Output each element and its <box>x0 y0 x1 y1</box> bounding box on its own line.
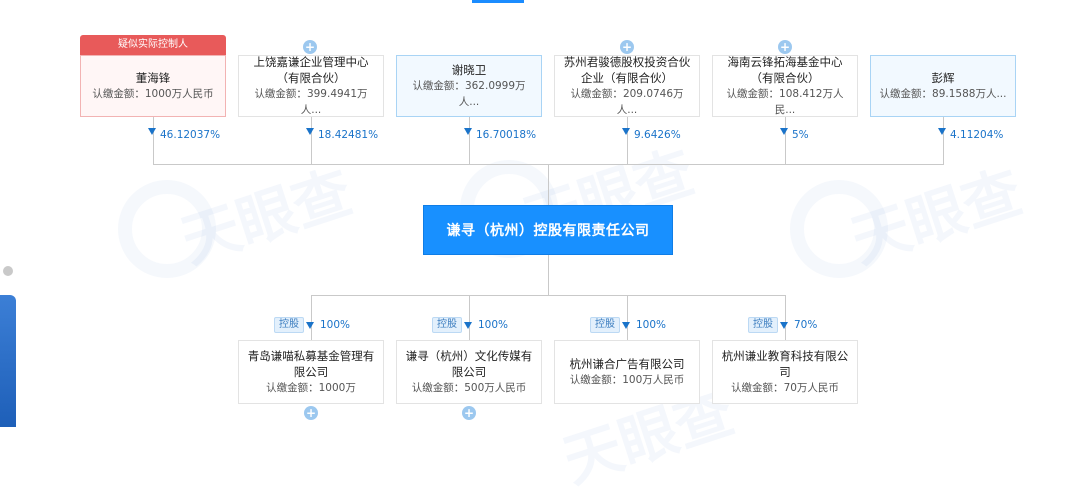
side-panel-edge[interactable] <box>0 295 16 427</box>
connector-line <box>627 295 628 340</box>
holding-tag: 控股 <box>432 317 462 333</box>
shareholder-node[interactable]: 苏州君骏德股权投资合伙企业（有限合伙） 认缴金额：209.0746万人... <box>554 55 700 117</box>
plus-circle-icon[interactable]: + <box>620 40 634 54</box>
shareholder-node[interactable]: 上饶嘉谦企业管理中心（有限合伙） 认缴金额：399.4941万人... <box>238 55 384 117</box>
shareholder-name: 海南云锋拓海基金中心（有限合伙） <box>727 55 843 85</box>
share-percent: 100% <box>320 319 351 331</box>
share-percent: 70% <box>794 319 818 331</box>
subsidiary-node[interactable]: 杭州谦合广告有限公司 认缴金额：100万人民币 <box>554 340 700 404</box>
subsidiary-name: 青岛谦喵私募基金管理有限公司 <box>247 349 375 379</box>
subsidiary-name: 谦寻（杭州）文化传媒有限公司 <box>405 349 533 379</box>
connector-line <box>469 117 470 164</box>
connector-line <box>469 295 470 340</box>
shareholder-name: 谢晓卫 <box>451 63 487 77</box>
connector-line <box>548 255 549 295</box>
arrow-down-icon <box>780 322 788 329</box>
connector-line <box>311 117 312 164</box>
connector-line <box>153 117 154 164</box>
share-percent: 5% <box>792 129 809 141</box>
share-percent: 18.42481% <box>318 129 379 141</box>
shareholder-name: 苏州君骏德股权投资合伙企业（有限合伙） <box>563 55 691 85</box>
watermark-logo: 天眼查 <box>843 157 1030 276</box>
subsidiary-amount: 认缴金额：500万人民币 <box>411 382 527 394</box>
shareholder-name: 董海锋 <box>135 71 171 85</box>
subsidiary-amount: 认缴金额：100万人民币 <box>569 374 685 386</box>
share-percent: 100% <box>478 319 509 331</box>
holding-tag: 控股 <box>274 317 304 333</box>
actual-controller-badge: 疑似实际控制人 <box>80 35 226 55</box>
shareholder-amount: 认缴金额：89.1588万人... <box>879 88 1007 100</box>
shareholder-amount: 认缴金额：209.0746万人... <box>570 88 684 116</box>
shareholder-name: 彭辉 <box>931 71 955 85</box>
arrow-down-icon <box>938 128 946 135</box>
shareholder-node[interactable]: 海南云锋拓海基金中心（有限合伙） 认缴金额：108.412万人民... <box>712 55 858 117</box>
arrow-down-icon <box>780 128 788 135</box>
watermark-logo <box>790 180 888 278</box>
active-tab-indicator <box>472 0 524 3</box>
subsidiary-amount: 认缴金额：1000万 <box>266 382 356 394</box>
share-percent: 46.12037% <box>160 129 221 141</box>
arrow-down-icon <box>464 322 472 329</box>
holding-tag: 控股 <box>748 317 778 333</box>
holding-tag: 控股 <box>590 317 620 333</box>
shareholder-amount: 认缴金额：108.412万人民... <box>726 88 844 116</box>
shareholder-node[interactable]: 谢晓卫 认缴金额：362.0999万人... <box>396 55 542 117</box>
subsidiary-node[interactable]: 谦寻（杭州）文化传媒有限公司 认缴金额：500万人民币 <box>396 340 542 404</box>
shareholder-amount: 认缴金额：399.4941万人... <box>254 88 368 116</box>
shareholder-name: 上饶嘉谦企业管理中心（有限合伙） <box>253 55 369 85</box>
connector-line <box>785 295 786 340</box>
watermark-logo: 天眼查 <box>173 157 360 276</box>
arrow-down-icon <box>148 128 156 135</box>
plus-circle-icon[interactable]: + <box>462 406 476 420</box>
connector-line <box>311 295 786 296</box>
share-percent: 4.11204% <box>950 129 1004 141</box>
connector-line <box>311 295 312 340</box>
subsidiary-name: 杭州谦业教育科技有限公司 <box>721 349 849 379</box>
watermark-logo <box>118 180 216 278</box>
shareholder-node[interactable]: 董海锋 认缴金额：1000万人民币 <box>80 55 226 117</box>
arrow-down-icon <box>622 322 630 329</box>
subsidiary-name: 杭州谦合广告有限公司 <box>569 357 685 371</box>
connector-line <box>943 117 944 164</box>
connector-line <box>627 117 628 164</box>
shareholder-amount: 认缴金额：1000万人民币 <box>92 88 214 100</box>
plus-circle-icon[interactable]: + <box>778 40 792 54</box>
connector-line <box>548 164 549 205</box>
subsidiary-node[interactable]: 杭州谦业教育科技有限公司 认缴金额：70万人民币 <box>712 340 858 404</box>
share-percent: 16.70018% <box>476 129 537 141</box>
share-percent: 9.6426% <box>634 129 681 141</box>
close-dot-icon[interactable] <box>3 266 13 276</box>
shareholder-amount: 认缴金额：362.0999万人... <box>412 80 526 108</box>
subsidiary-amount: 认缴金额：70万人民币 <box>731 382 839 394</box>
equity-diagram: 天眼查 天眼查 天眼查 天眼查 + + + 疑似实际控制人 董海锋 认缴金额：1… <box>0 0 1080 496</box>
arrow-down-icon <box>464 128 472 135</box>
connector-line <box>785 117 786 164</box>
arrow-down-icon <box>622 128 630 135</box>
target-company-node[interactable]: 谦寻（杭州）控股有限责任公司 <box>423 205 673 255</box>
subsidiary-node[interactable]: 青岛谦喵私募基金管理有限公司 认缴金额：1000万 <box>238 340 384 404</box>
share-percent: 100% <box>636 319 667 331</box>
plus-circle-icon[interactable]: + <box>304 406 318 420</box>
arrow-down-icon <box>306 128 314 135</box>
shareholder-node[interactable]: 彭辉 认缴金额：89.1588万人... <box>870 55 1016 117</box>
arrow-down-icon <box>306 322 314 329</box>
plus-circle-icon[interactable]: + <box>303 40 317 54</box>
